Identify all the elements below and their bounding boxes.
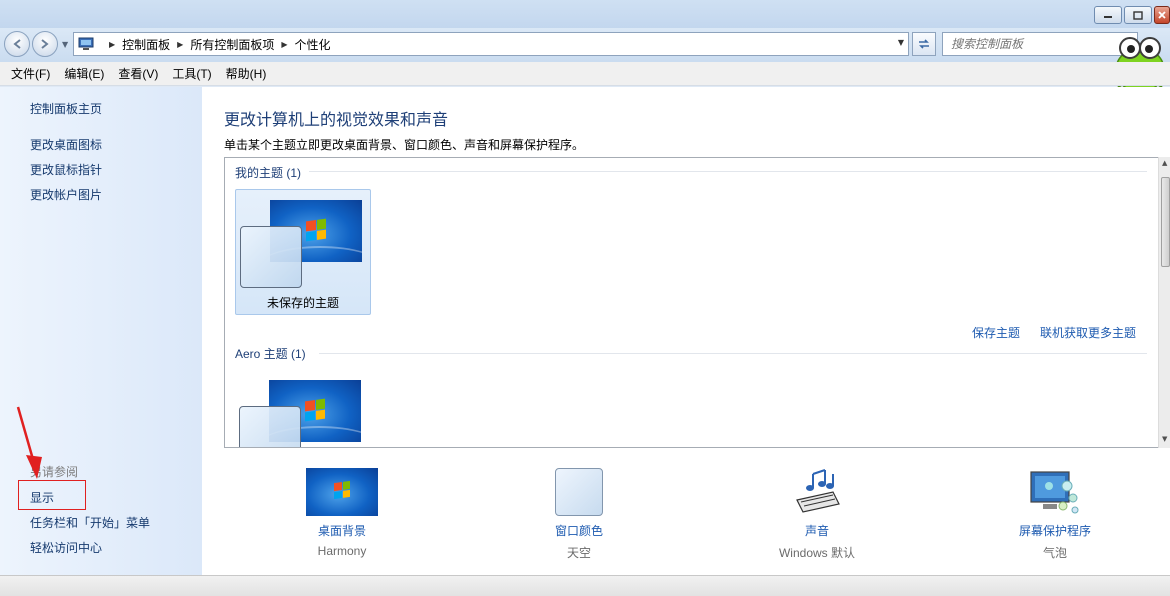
windows-logo-icon (306, 218, 326, 242)
menu-help[interactable]: 帮助(H) (219, 63, 274, 84)
breadcrumb-separator-icon: ▶ (109, 39, 116, 49)
sidebar-change-mouse-pointer[interactable]: 更改鼠标指针 (30, 161, 102, 178)
main-content: 更改计算机上的视觉效果和声音 单击某个主题立即更改桌面背景、窗口颜色、声音和屏幕… (202, 87, 1170, 575)
sidebar-taskbar-start-menu[interactable]: 任务栏和「开始」菜单 (30, 514, 150, 531)
sound-value: Windows 默认 (778, 546, 855, 560)
menu-tools[interactable]: 工具(T) (165, 63, 218, 84)
menu-edit[interactable]: 编辑(E) (57, 63, 111, 84)
back-arrow-icon (13, 39, 21, 49)
theme-list[interactable]: 我的主题 (1) 未保存的主题 保存主题 联机获取更多主题 Aero 主题 (1… (224, 157, 1170, 448)
sidebar-change-account-picture[interactable]: 更改帐户图片 (30, 186, 102, 203)
forward-button[interactable] (32, 31, 58, 57)
breadcrumb-separator-icon[interactable]: ▶ (177, 40, 183, 49)
back-button[interactable] (4, 31, 30, 57)
maximize-icon (1133, 10, 1143, 20)
maximize-button[interactable] (1124, 6, 1152, 24)
breadcrumb-all-items[interactable]: 所有控制面板项 (190, 36, 274, 53)
save-theme-link[interactable]: 保存主题 (972, 324, 1020, 341)
status-bar (0, 575, 1170, 596)
breadcrumb-separator-icon[interactable]: ▶ (281, 40, 287, 49)
scroll-down-icon[interactable]: ▼ (1162, 435, 1167, 443)
navigation-bar: ▼ ▶ 控制面板 ▶ 所有控制面板项 ▶ 个性化 ▼ (0, 28, 1170, 62)
theme-thumbnail-window (239, 406, 301, 447)
screensaver-value: 气泡 (1042, 546, 1067, 560)
refresh-icon (919, 39, 929, 49)
theme-item-label: 未保存的主题 (266, 296, 339, 310)
control-panel-icon (78, 37, 94, 50)
menu-bar: 文件(F) 编辑(E) 查看(V) 工具(T) 帮助(H) (0, 62, 1170, 86)
red-arrow-icon (16, 406, 42, 479)
windows-logo-icon (305, 398, 325, 422)
sidebar-control-panel-home[interactable]: 控制面板主页 (30, 100, 102, 117)
theme-list-scrollbar[interactable]: ▲ ▼ (1158, 157, 1170, 448)
sidebar-display[interactable]: 显示 (30, 489, 54, 506)
close-icon (1158, 11, 1166, 19)
theme-item-aero[interactable] (235, 370, 371, 447)
my-themes-label: 我的主题 (1) (235, 166, 302, 180)
page-title: 更改计算机上的视觉效果和声音 (224, 112, 449, 129)
theme-item-unsaved[interactable]: 未保存的主题 (235, 189, 371, 315)
title-bar (0, 0, 1170, 30)
sidebar-ease-of-access[interactable]: 轻松访问中心 (30, 539, 102, 556)
screensaver-label[interactable]: 屏幕保护程序 (965, 522, 1145, 539)
breadcrumb-personalization[interactable]: 个性化 (295, 36, 331, 53)
scroll-thumb[interactable] (1161, 177, 1170, 267)
sidebar-change-desktop-icons[interactable]: 更改桌面图标 (30, 136, 102, 153)
minimize-icon (1104, 16, 1112, 18)
screensaver-icon (1030, 471, 1079, 514)
theme-thumbnail-window (240, 226, 302, 288)
page-subtitle: 单击某个主题立即更改桌面背景、窗口颜色、声音和屏幕保护程序。 (224, 138, 585, 152)
scroll-up-icon[interactable]: ▲ (1162, 159, 1167, 167)
group-divider (319, 353, 1147, 354)
minimize-button[interactable] (1094, 6, 1122, 24)
close-button[interactable] (1154, 6, 1170, 24)
forward-arrow-icon (41, 39, 49, 49)
desktop-background-icon (306, 468, 378, 516)
sidebar: 控制面板主页 更改桌面图标 更改鼠标指针 更改帐户图片 另请参阅 显示 任务栏和… (0, 87, 202, 575)
breadcrumb-control-panel[interactable]: 控制面板 (122, 36, 170, 53)
sound-icon (796, 469, 840, 513)
recent-pages-chevron-icon[interactable]: ▼ (62, 40, 68, 49)
window-color-value: 天空 (566, 546, 591, 560)
address-bar[interactable]: ▶ 控制面板 ▶ 所有控制面板项 ▶ 个性化 ▼ (73, 32, 909, 56)
sound-label[interactable]: 声音 (727, 522, 907, 539)
menu-file[interactable]: 文件(F) (4, 63, 57, 84)
more-themes-link[interactable]: 联机获取更多主题 (1040, 324, 1136, 341)
window-color-label[interactable]: 窗口颜色 (489, 522, 669, 539)
group-divider (309, 171, 1147, 172)
refresh-button[interactable] (912, 32, 936, 56)
desktop-background-value: Harmony (317, 544, 367, 558)
windows-logo-icon (334, 480, 350, 500)
desktop-background-label[interactable]: 桌面背景 (252, 522, 432, 539)
address-dropdown-icon[interactable]: ▼ (898, 38, 904, 47)
window-controls (1094, 6, 1170, 24)
window-color-icon (555, 468, 603, 516)
menu-view[interactable]: 查看(V) (111, 63, 165, 84)
aero-themes-label: Aero 主题 (1) (235, 347, 306, 361)
